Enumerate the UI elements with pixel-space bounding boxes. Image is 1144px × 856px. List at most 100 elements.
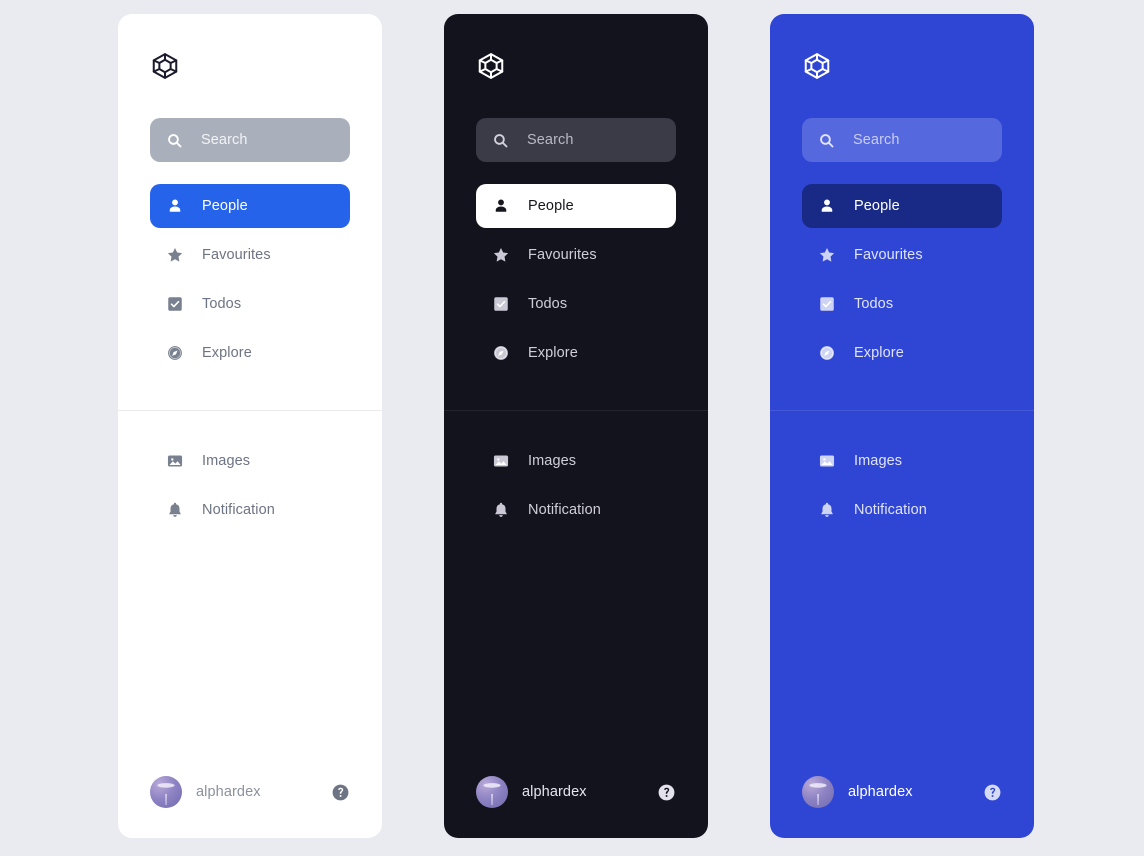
nav-item-label: Notification — [854, 502, 927, 518]
help-circle-icon[interactable] — [331, 783, 350, 802]
image-icon — [493, 455, 509, 467]
search-wrap: Search — [444, 118, 708, 162]
search-wrap: Search — [770, 118, 1034, 162]
nav-item-label: People — [202, 198, 248, 214]
search-placeholder: Search — [853, 132, 900, 148]
nav-item-notification[interactable]: Notification — [802, 488, 1002, 532]
star-icon — [167, 247, 183, 262]
nav-group-primary: People Favourites Todos Explore — [770, 162, 1034, 380]
nav-item-label: Todos — [854, 296, 894, 312]
nav-group-secondary: Images Notification — [118, 411, 382, 537]
nav-item-explore[interactable]: Explore — [150, 331, 350, 375]
avatar[interactable] — [476, 776, 508, 808]
nav-item-images[interactable]: Images — [802, 439, 1002, 483]
app-root: Search People Favourites Todos Explore I… — [0, 0, 1144, 856]
nav-item-label: Favourites — [854, 247, 923, 263]
nav-item-label: Notification — [528, 502, 601, 518]
person-icon — [821, 199, 833, 212]
codesandbox-logo-icon[interactable] — [476, 51, 506, 81]
avatar[interactable] — [150, 776, 182, 808]
nav-item-todos[interactable]: Todos — [476, 282, 676, 326]
user-name: alphardex — [196, 784, 261, 800]
nav-item-label: Images — [202, 453, 251, 469]
nav-item-label: Explore — [528, 345, 578, 361]
nav-group-secondary: Images Notification — [444, 411, 708, 537]
nav-item-people[interactable]: People — [802, 184, 1002, 228]
person-icon — [495, 199, 507, 212]
avatar-image — [809, 783, 827, 805]
nav-item-label: Images — [854, 453, 903, 469]
search-input[interactable]: Search — [476, 118, 676, 162]
nav-item-explore[interactable]: Explore — [802, 331, 1002, 375]
help-circle-icon[interactable] — [657, 783, 676, 802]
help-circle-icon[interactable] — [983, 783, 1002, 802]
search-icon — [820, 133, 834, 147]
sidebar-panel-blue: Search People Favourites Todos Explore I… — [770, 14, 1034, 838]
nav-item-images[interactable]: Images — [150, 439, 350, 483]
image-icon — [819, 455, 835, 467]
nav-group-primary: People Favourites Todos Explore — [444, 162, 708, 380]
bell-icon — [821, 502, 833, 517]
nav-item-label: Explore — [202, 345, 252, 361]
sidebar-footer: alphardex — [118, 746, 382, 838]
sidebar-footer: alphardex — [770, 746, 1034, 838]
nav-item-label: Favourites — [528, 247, 597, 263]
sidebar-footer: alphardex — [444, 746, 708, 838]
checkbox-checked-icon — [494, 297, 508, 311]
user-name: alphardex — [848, 784, 913, 800]
nav-item-label: Todos — [528, 296, 568, 312]
nav-item-notification[interactable]: Notification — [476, 488, 676, 532]
nav-item-label: Todos — [202, 296, 242, 312]
logo-row — [444, 14, 708, 118]
sidebar-panel-dark: Search People Favourites Todos Explore I… — [444, 14, 708, 838]
star-icon — [819, 247, 835, 262]
nav-item-label: Favourites — [202, 247, 271, 263]
avatar-image — [483, 783, 501, 805]
nav-group-secondary: Images Notification — [770, 411, 1034, 537]
search-icon — [494, 133, 508, 147]
avatar-image — [157, 783, 175, 805]
nav-item-label: Explore — [854, 345, 904, 361]
logo-row — [770, 14, 1034, 118]
nav-item-favourites[interactable]: Favourites — [802, 233, 1002, 277]
search-placeholder: Search — [201, 132, 248, 148]
nav-item-todos[interactable]: Todos — [802, 282, 1002, 326]
nav-item-people[interactable]: People — [476, 184, 676, 228]
sidebar-panel-light: Search People Favourites Todos Explore I… — [118, 14, 382, 838]
checkbox-checked-icon — [820, 297, 834, 311]
logo-row — [118, 14, 382, 118]
search-icon — [168, 133, 182, 147]
search-input[interactable]: Search — [802, 118, 1002, 162]
user-name: alphardex — [522, 784, 587, 800]
search-wrap: Search — [118, 118, 382, 162]
compass-icon — [168, 346, 182, 360]
nav-group-primary: People Favourites Todos Explore — [118, 162, 382, 380]
nav-item-favourites[interactable]: Favourites — [150, 233, 350, 277]
search-placeholder: Search — [527, 132, 574, 148]
compass-icon — [494, 346, 508, 360]
checkbox-checked-icon — [168, 297, 182, 311]
nav-item-people[interactable]: People — [150, 184, 350, 228]
nav-item-explore[interactable]: Explore — [476, 331, 676, 375]
star-icon — [493, 247, 509, 262]
image-icon — [167, 455, 183, 467]
compass-icon — [820, 346, 834, 360]
nav-item-label: Notification — [202, 502, 275, 518]
codesandbox-logo-icon[interactable] — [802, 51, 832, 81]
search-input[interactable]: Search — [150, 118, 350, 162]
bell-icon — [495, 502, 507, 517]
nav-item-images[interactable]: Images — [476, 439, 676, 483]
nav-item-label: Images — [528, 453, 577, 469]
person-icon — [169, 199, 181, 212]
codesandbox-logo-icon[interactable] — [150, 51, 180, 81]
nav-item-label: People — [854, 198, 900, 214]
nav-item-todos[interactable]: Todos — [150, 282, 350, 326]
avatar[interactable] — [802, 776, 834, 808]
nav-item-favourites[interactable]: Favourites — [476, 233, 676, 277]
nav-item-notification[interactable]: Notification — [150, 488, 350, 532]
nav-item-label: People — [528, 198, 574, 214]
bell-icon — [169, 502, 181, 517]
